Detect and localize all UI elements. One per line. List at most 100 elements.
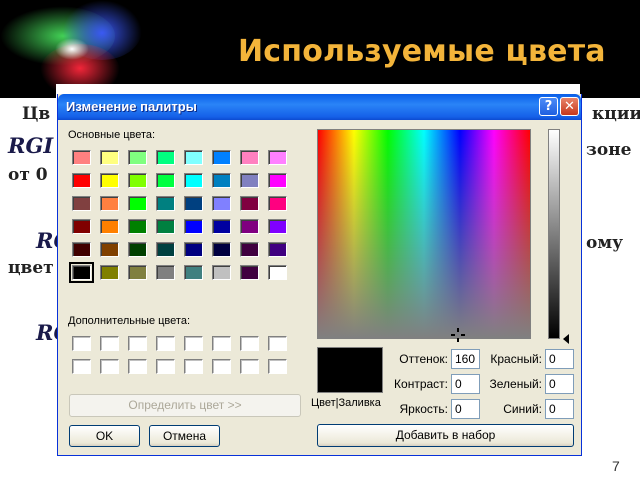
basic-color-swatch[interactable] [240,219,259,234]
color-dialog: Изменение палитры ? ✕ Основные цвета: До… [57,94,582,456]
basic-color-swatch[interactable] [212,242,231,257]
add-to-custom-colors-button[interactable]: Добавить в набор [317,424,574,447]
basic-color-swatch[interactable] [212,173,231,188]
basic-color-swatch[interactable] [212,150,231,165]
basic-color-swatch[interactable] [72,173,91,188]
luminance-field[interactable]: 0 [451,399,480,419]
close-button[interactable]: ✕ [560,97,579,116]
crosshair-icon [451,328,465,342]
define-custom-colors-button[interactable]: Определить цвет >> [69,394,301,417]
custom-color-swatch[interactable] [212,336,231,351]
custom-color-swatch[interactable] [268,336,287,351]
luminance-arrow-icon[interactable] [563,334,569,344]
basic-color-swatch[interactable] [100,173,119,188]
custom-color-swatch[interactable] [240,359,259,374]
blue-field[interactable]: 0 [545,399,574,419]
slide-text-fragment: кции [592,104,640,124]
ok-button[interactable]: OK [69,425,140,447]
slide-text-fragment: RGI [8,133,54,158]
help-button[interactable]: ? [539,97,558,116]
basic-color-swatch[interactable] [184,265,203,280]
basic-color-swatch[interactable] [156,150,175,165]
basic-color-swatch[interactable] [268,242,287,257]
dialog-title: Изменение палитры [66,99,197,114]
rgb-light-graphic [55,38,89,60]
basic-color-swatch[interactable] [240,173,259,188]
basic-color-swatch[interactable] [72,196,91,211]
page-number: 7 [612,458,620,474]
basic-color-swatch[interactable] [128,150,147,165]
dialog-titlebar[interactable]: Изменение палитры ? ✕ [58,94,581,120]
basic-color-swatch[interactable] [184,196,203,211]
basic-color-swatch[interactable] [240,265,259,280]
basic-color-swatch[interactable] [156,265,175,280]
basic-color-swatch[interactable] [184,173,203,188]
saturation-field[interactable]: 0 [451,374,480,394]
slide-text-fragment: зоне [586,140,632,160]
hue-label: Оттенок: [399,352,448,366]
custom-color-swatch[interactable] [184,336,203,351]
basic-color-swatch[interactable] [156,219,175,234]
slide-text-fragment: цвет [8,258,54,278]
basic-color-swatch[interactable] [128,196,147,211]
custom-color-swatch[interactable] [212,359,231,374]
blue-label: Синий: [503,402,542,416]
basic-color-swatch[interactable] [184,150,203,165]
basic-color-swatch[interactable] [72,150,91,165]
basic-color-swatch[interactable] [72,242,91,257]
basic-color-swatch[interactable] [268,219,287,234]
basic-color-swatch[interactable] [212,265,231,280]
basic-color-swatch[interactable] [100,219,119,234]
custom-color-swatch[interactable] [156,359,175,374]
basic-color-swatch[interactable] [184,242,203,257]
basic-color-swatch[interactable] [100,150,119,165]
basic-color-swatch[interactable] [268,265,287,280]
basic-color-swatch[interactable] [156,242,175,257]
custom-color-swatch[interactable] [72,336,91,351]
hue-field[interactable]: 160 [451,349,480,369]
color-preview [317,347,383,393]
basic-color-swatch[interactable] [100,196,119,211]
basic-color-swatch[interactable] [100,265,119,280]
basic-color-swatch[interactable] [240,242,259,257]
basic-color-swatch[interactable] [128,173,147,188]
preview-label: Цвет|Заливка [311,397,381,409]
green-label: Зеленый: [489,377,543,391]
luminance-label: Яркость: [399,402,448,416]
basic-color-swatch[interactable] [240,196,259,211]
color-spectrum[interactable] [317,129,531,339]
basic-color-swatch[interactable] [268,196,287,211]
basic-color-swatch[interactable] [240,150,259,165]
basic-color-swatch[interactable] [184,219,203,234]
cancel-button[interactable]: Отмена [149,425,220,447]
slide-title: Используемые цвета [238,34,606,69]
basic-color-swatch[interactable] [69,262,94,283]
basic-color-swatch[interactable] [100,242,119,257]
custom-color-swatch[interactable] [100,359,119,374]
basic-color-swatch[interactable] [128,265,147,280]
luminance-slider[interactable] [548,129,560,339]
basic-color-swatch[interactable] [128,242,147,257]
basic-color-swatch[interactable] [156,173,175,188]
custom-color-swatch[interactable] [72,359,91,374]
basic-color-swatch[interactable] [72,219,91,234]
basic-colors-label: Основные цвета: [68,129,156,141]
custom-color-swatch[interactable] [240,336,259,351]
basic-color-swatch[interactable] [212,196,231,211]
custom-colors-label: Дополнительные цвета: [68,315,190,327]
basic-color-swatch[interactable] [156,196,175,211]
basic-color-swatch[interactable] [268,150,287,165]
basic-color-swatch[interactable] [268,173,287,188]
custom-color-swatch[interactable] [100,336,119,351]
custom-color-swatch[interactable] [184,359,203,374]
custom-color-swatch[interactable] [156,336,175,351]
green-field[interactable]: 0 [545,374,574,394]
slide-text-fragment: ому [586,233,623,253]
red-field[interactable]: 0 [545,349,574,369]
custom-color-swatch[interactable] [128,359,147,374]
saturation-label: Контраст: [394,377,448,391]
basic-color-swatch[interactable] [212,219,231,234]
basic-color-swatch[interactable] [128,219,147,234]
custom-color-swatch[interactable] [268,359,287,374]
custom-color-swatch[interactable] [128,336,147,351]
